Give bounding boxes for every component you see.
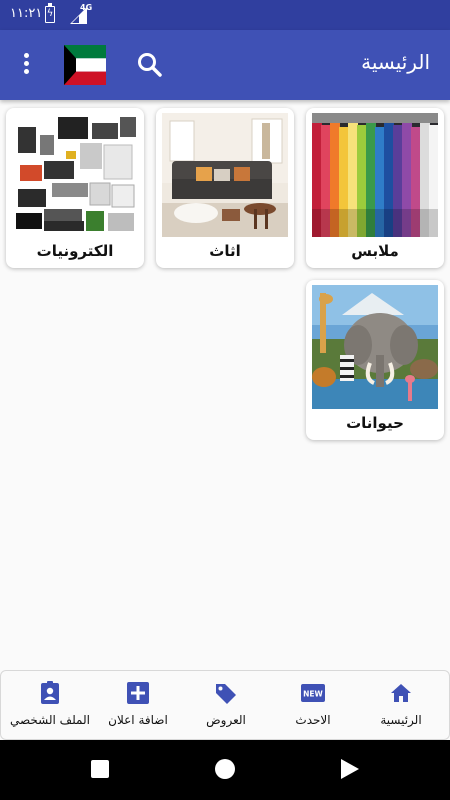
battery-charging-icon: ϟ — [45, 3, 55, 23]
category-label: حيوانات — [346, 414, 404, 432]
recents-square-icon[interactable] — [90, 759, 110, 779]
nav-item-profile[interactable]: الملف الشخصي — [5, 671, 95, 741]
status-bar: ١١:٢١ ϟ 4G — [0, 0, 450, 30]
category-card-electronics[interactable]: الكترونيات — [6, 108, 144, 268]
category-card-furniture[interactable]: اثاث — [156, 108, 294, 268]
nav-item-label: الملف الشخصي — [10, 713, 90, 727]
nav-item-add-ad[interactable]: اضافة اعلان — [93, 671, 183, 741]
category-card-animals[interactable]: حيوانات — [306, 280, 444, 440]
category-label: الكترونيات — [36, 242, 114, 260]
nav-item-label: العروض — [206, 713, 246, 727]
search-icon[interactable] — [136, 51, 164, 79]
bottom-nav: الرئيسية NEW الاحدث العروض اضافة اعلان ا — [0, 670, 450, 740]
nav-item-label: الرئيسية — [380, 713, 422, 727]
new-badge-icon: NEW — [301, 684, 325, 702]
clothes-rack-image — [312, 113, 438, 237]
system-nav-bar — [0, 740, 450, 800]
nav-item-label: اضافة اعلان — [108, 713, 168, 727]
back-triangle-icon[interactable] — [340, 759, 360, 779]
category-card-clothes[interactable]: ملابس — [306, 108, 444, 268]
tag-icon — [216, 684, 236, 704]
living-room-furniture-image — [162, 113, 288, 237]
page-title: الرئيسية — [361, 50, 430, 74]
nav-item-offers[interactable]: العروض — [181, 671, 271, 741]
new-badge-text: NEW — [303, 690, 323, 699]
wild-animals-image — [312, 285, 438, 409]
nav-item-home[interactable]: الرئيسية — [356, 671, 446, 741]
app-bar: الرئيسية — [0, 30, 450, 100]
more-vert-icon[interactable] — [14, 51, 38, 79]
electronics-collection-image — [12, 113, 138, 237]
profile-badge-icon — [41, 681, 59, 704]
category-label: اثاث — [209, 242, 241, 260]
status-time: ١١:٢١ — [10, 6, 43, 21]
nav-item-newest[interactable]: NEW الاحدث — [268, 671, 358, 741]
home-circle-icon[interactable] — [215, 759, 235, 779]
network-type: 4G — [80, 3, 93, 12]
kuwait-flag-icon[interactable] — [64, 45, 106, 85]
nav-item-label: الاحدث — [295, 713, 331, 727]
category-label: ملابس — [351, 242, 399, 260]
home-icon — [391, 684, 411, 702]
add-box-icon — [127, 682, 149, 704]
